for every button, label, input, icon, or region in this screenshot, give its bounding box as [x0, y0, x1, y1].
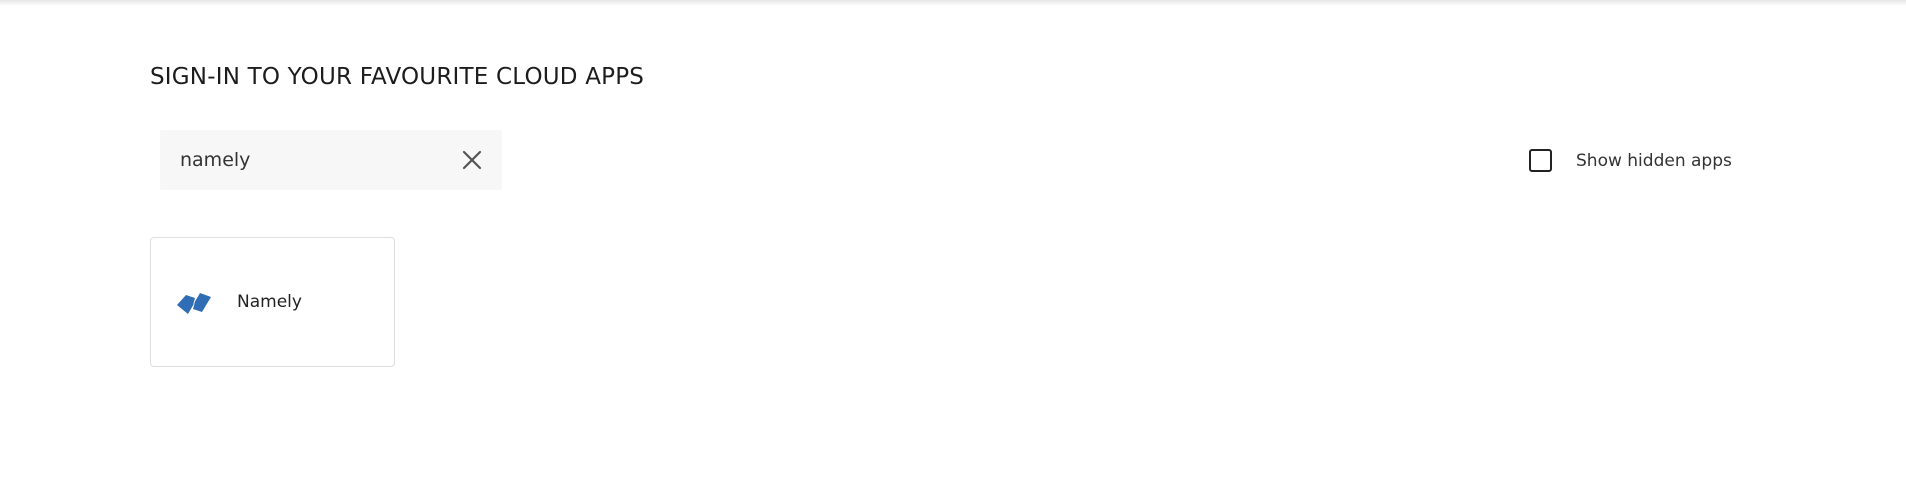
namely-logo-shape	[177, 293, 211, 314]
search-input[interactable]	[160, 130, 440, 190]
app-card-namely[interactable]: Namely	[150, 237, 395, 367]
page-title: SIGN-IN TO YOUR FAVOURITE CLOUD APPS	[150, 64, 645, 90]
header-shadow	[0, 0, 1906, 6]
app-name: Namely	[237, 292, 302, 312]
show-hidden-apps-checkbox[interactable]	[1529, 149, 1552, 172]
clear-search-button[interactable]	[460, 148, 484, 172]
show-hidden-apps-label: Show hidden apps	[1576, 150, 1732, 171]
search-box	[160, 130, 502, 190]
app-launcher-page: SIGN-IN TO YOUR FAVOURITE CLOUD APPS Sho…	[0, 0, 1906, 489]
namely-logo-icon	[173, 281, 215, 323]
close-icon	[462, 150, 482, 170]
show-hidden-apps-toggle[interactable]: Show hidden apps	[1529, 149, 1732, 172]
